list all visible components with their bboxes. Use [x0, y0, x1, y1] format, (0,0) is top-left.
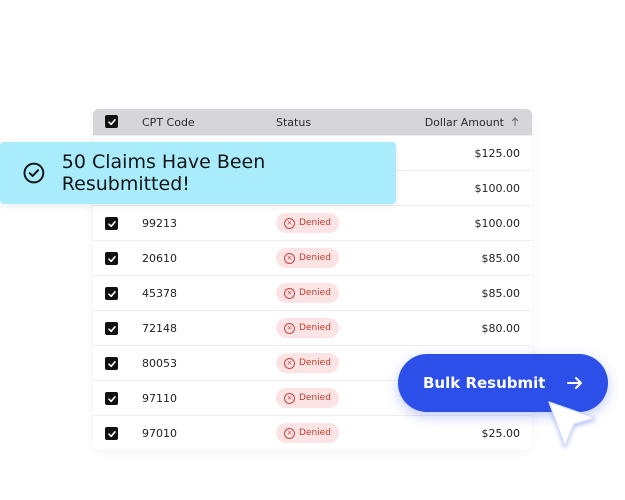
table-row[interactable]: 99213 × Denied $100.00 — [93, 205, 532, 240]
checkmark-icon — [107, 255, 116, 262]
header-dollar-amount[interactable]: Dollar Amount — [425, 116, 504, 129]
row-checkbox[interactable] — [105, 287, 118, 300]
bulk-resubmit-label: Bulk Resubmit — [423, 374, 546, 392]
status-badge: × Denied — [276, 388, 339, 408]
cpt-code-cell: 72148 — [142, 322, 177, 335]
mouse-pointer-icon — [548, 401, 596, 447]
dollar-amount-cell: $100.00 — [474, 182, 521, 195]
check-circle-icon — [23, 162, 45, 184]
row-checkbox[interactable] — [105, 392, 118, 405]
checkmark-icon — [107, 290, 116, 297]
dollar-amount-cell: $85.00 — [481, 252, 521, 265]
checkmark-icon — [107, 220, 116, 227]
status-label: Denied — [299, 288, 331, 298]
dollar-amount-cell: $125.00 — [474, 147, 521, 160]
status-label: Denied — [299, 218, 331, 228]
cpt-code-cell: 97010 — [142, 427, 177, 440]
dollar-amount-cell: $85.00 — [481, 287, 521, 300]
table-row[interactable]: 97010 × Denied $25.00 — [93, 415, 532, 450]
success-toast: 50 Claims Have Been Resubmitted! — [0, 142, 396, 204]
toast-message: 50 Claims Have Been Resubmitted! — [61, 151, 266, 195]
checkmark-icon — [107, 360, 116, 367]
denied-x-icon: × — [284, 252, 295, 264]
checkmark-icon — [107, 430, 116, 437]
cpt-code-cell: 80053 — [142, 357, 177, 370]
table-header: CPT Code Status Dollar Amount — [93, 109, 532, 135]
denied-x-icon: × — [284, 357, 295, 369]
table-row[interactable]: 45378 × Denied $85.00 — [93, 275, 532, 310]
dollar-amount-cell: $80.00 — [481, 322, 521, 335]
cpt-code-cell: 99213 — [142, 217, 177, 230]
status-badge: × Denied — [276, 423, 339, 443]
arrow-right-icon — [567, 377, 582, 389]
row-checkbox[interactable] — [105, 427, 118, 440]
dollar-amount-cell: $100.00 — [474, 217, 521, 230]
cpt-code-cell: 20610 — [142, 252, 177, 265]
status-badge: × Denied — [276, 283, 339, 303]
cpt-code-cell: 45378 — [142, 287, 177, 300]
status-label: Denied — [299, 393, 331, 403]
status-badge: × Denied — [276, 213, 339, 233]
row-checkbox[interactable] — [105, 357, 118, 370]
dollar-amount-cell: $25.00 — [481, 427, 521, 440]
denied-x-icon: × — [284, 322, 295, 334]
status-badge: × Denied — [276, 353, 339, 373]
status-label: Denied — [299, 323, 331, 333]
row-checkbox[interactable] — [105, 322, 118, 335]
checkmark-icon — [107, 395, 116, 402]
header-status[interactable]: Status — [276, 116, 311, 129]
denied-x-icon: × — [284, 287, 295, 299]
denied-x-icon: × — [284, 392, 295, 404]
table-row[interactable]: 20610 × Denied $85.00 — [93, 240, 532, 275]
status-label: Denied — [299, 253, 331, 263]
checkmark-icon — [107, 325, 116, 332]
status-badge: × Denied — [276, 318, 339, 338]
row-checkbox[interactable] — [105, 217, 118, 230]
sort-ascending-icon[interactable] — [510, 117, 520, 127]
denied-x-icon: × — [284, 427, 295, 439]
status-label: Denied — [299, 428, 331, 438]
row-checkbox[interactable] — [105, 252, 118, 265]
header-cpt-code[interactable]: CPT Code — [142, 116, 195, 129]
cpt-code-cell: 97110 — [142, 392, 177, 405]
denied-x-icon: × — [284, 217, 295, 229]
checkmark-icon — [107, 118, 116, 125]
status-badge: × Denied — [276, 248, 339, 268]
status-label: Denied — [299, 358, 331, 368]
table-row[interactable]: 72148 × Denied $80.00 — [93, 310, 532, 345]
select-all-checkbox[interactable] — [105, 115, 118, 128]
